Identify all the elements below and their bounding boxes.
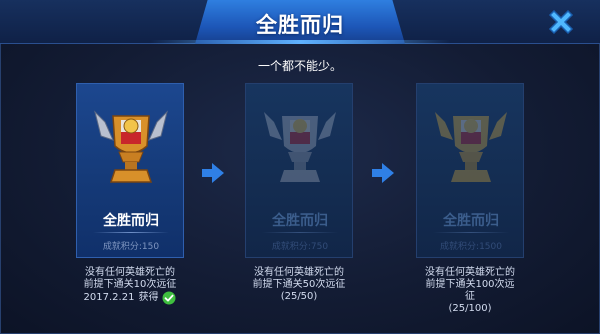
achievement-name: 全胜而归	[443, 213, 499, 229]
achievement-progress: (25/100)	[448, 303, 492, 314]
trophy-badge-icon	[94, 110, 168, 183]
desc-line: 没有任何英雄死亡的	[85, 267, 175, 278]
achievement-card-tier3[interactable]: 全胜而归 成就积分:1500	[416, 83, 524, 258]
desc-line: 没有任何英雄死亡的	[425, 267, 515, 278]
achieved-date: 2017.2.21	[83, 292, 135, 303]
trophy-badge-icon	[264, 112, 336, 182]
desc-line: 前提下通关100次远	[425, 279, 515, 290]
achievement-description-tier2: 没有任何英雄死亡的 前提下通关50次远征 (25/50)	[224, 267, 374, 303]
achievement-points: 成就积分:150	[102, 242, 160, 252]
check-circle-icon	[162, 291, 176, 305]
close-icon	[548, 9, 574, 35]
arrow-right-icon	[202, 163, 224, 183]
achieved-status: 2017.2.21 获得	[55, 291, 205, 305]
card-divider	[433, 232, 509, 233]
close-button[interactable]	[536, 2, 586, 42]
trophy-badge-icon	[435, 112, 507, 182]
achievement-card-tier2[interactable]: 全胜而归 成就积分:750	[245, 83, 353, 258]
title-glow	[150, 40, 450, 44]
achievement-points: 成就积分:1500	[440, 242, 502, 252]
desc-line: 前提下通关50次远征	[252, 279, 346, 290]
desc-line: 征	[465, 291, 475, 302]
achievement-name: 全胜而归	[272, 213, 328, 229]
achievement-card-tier1[interactable]: 全胜而归 成就积分:150	[76, 83, 184, 258]
achieved-label: 获得	[138, 292, 159, 303]
achievement-name: 全胜而归	[103, 213, 159, 229]
dialog-subtitle: 一个都不能少。	[257, 59, 342, 73]
achievement-description-tier1: 没有任何英雄死亡的 前提下通关10次远征 2017.2.21 获得	[55, 267, 205, 305]
arrow-right-icon	[372, 163, 394, 183]
dialog-title: 全胜而归	[256, 13, 344, 37]
card-divider	[262, 232, 338, 233]
card-divider	[93, 232, 169, 233]
dialog-header: 全胜而归	[0, 0, 600, 44]
achievement-description-tier3: 没有任何英雄死亡的 前提下通关100次远 征 (25/100)	[395, 267, 545, 315]
desc-line: 前提下通关10次远征	[83, 279, 177, 290]
achievement-progress: (25/50)	[280, 291, 318, 302]
achievement-points: 成就积分:750	[271, 242, 329, 252]
desc-line: 没有任何英雄死亡的	[254, 267, 344, 278]
